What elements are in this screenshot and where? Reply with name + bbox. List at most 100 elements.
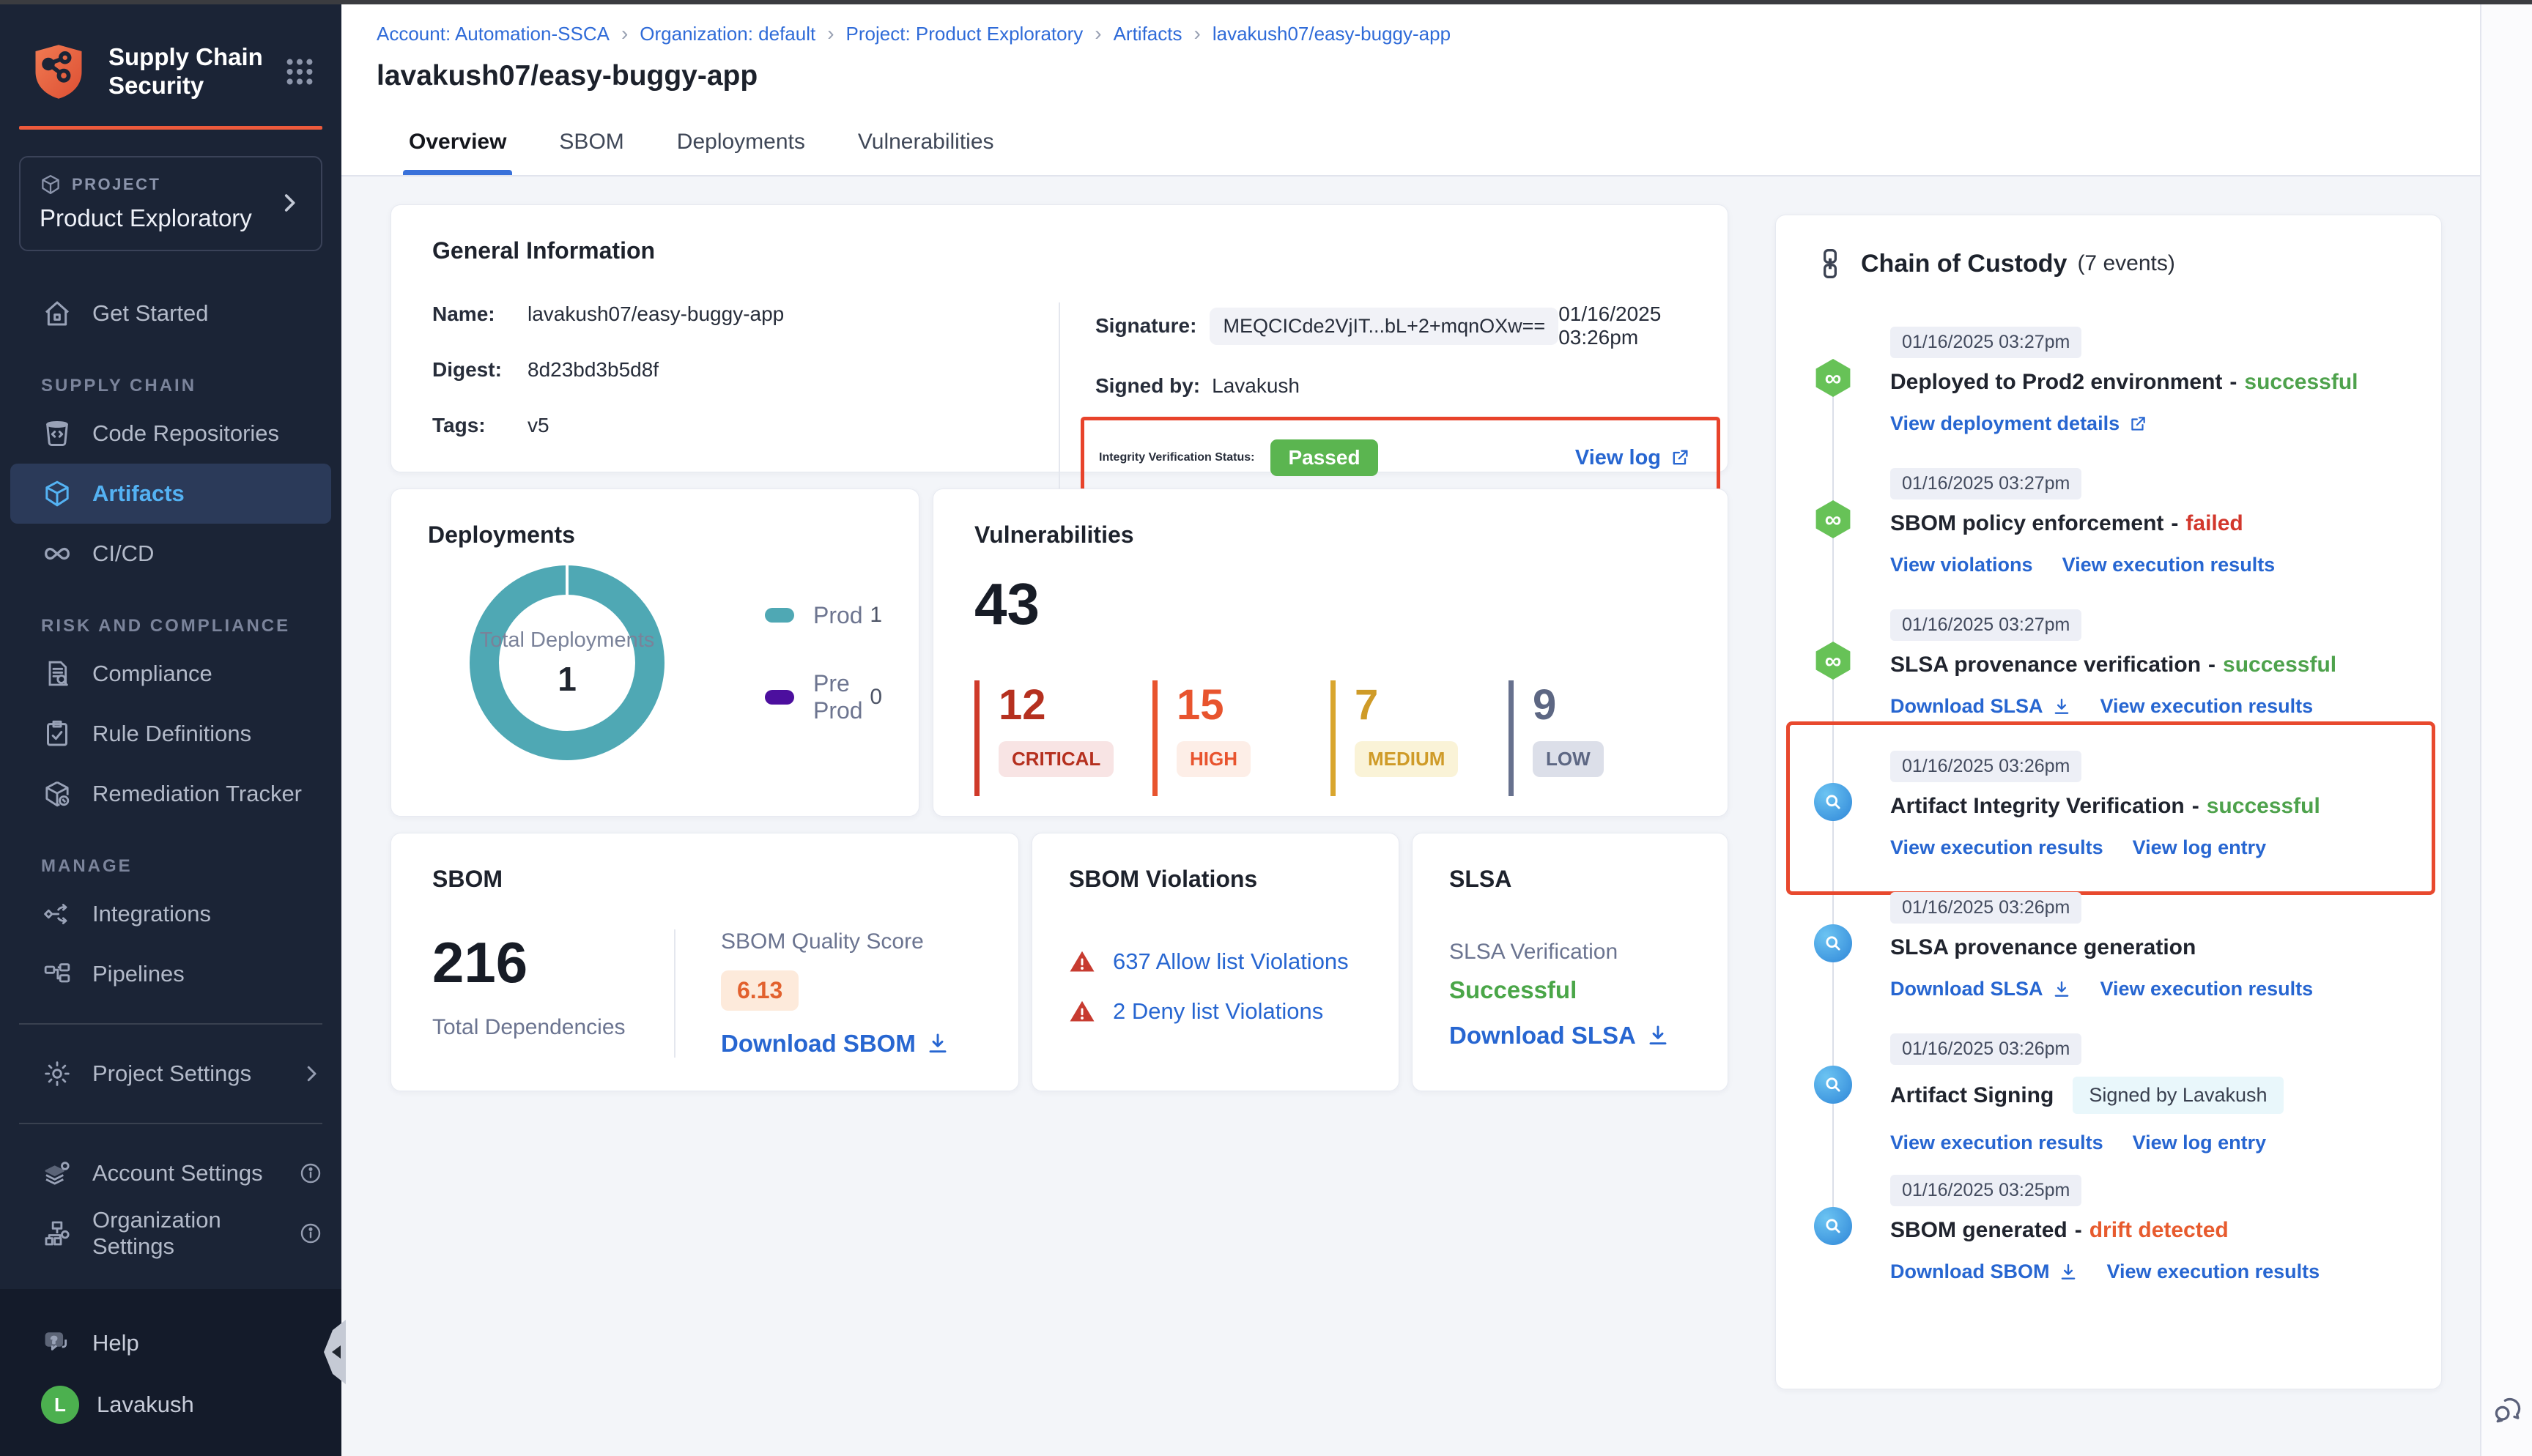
download-sbom-link[interactable]: Download SBOM	[1890, 1260, 2078, 1283]
prod-swatch	[765, 608, 794, 623]
digest-label: Digest:	[432, 358, 528, 382]
signature-date: 01/16/2025 03:26pm	[1558, 302, 1687, 349]
help-button[interactable]: ? Help	[0, 1314, 341, 1373]
view-execution-results-link[interactable]: View execution results	[1890, 1132, 2103, 1154]
sidebar-item-rule-definitions[interactable]: Rule Definitions	[0, 704, 341, 764]
tags-label: Tags:	[432, 414, 528, 437]
status-badge: Passed	[1270, 439, 1377, 476]
divider	[19, 1123, 322, 1124]
download-sbom-link[interactable]: Download SBOM	[721, 1030, 949, 1058]
sidebar-item-get-started[interactable]: Get Started	[0, 283, 341, 343]
document-search-icon	[41, 658, 73, 690]
sidebar-item-account-settings[interactable]: Account Settings	[0, 1143, 341, 1203]
breadcrumb: Account: Automation-SSCA › Organization:…	[377, 22, 2445, 45]
slsa-verification-label: SLSA Verification	[1449, 940, 1691, 965]
signed-by-value: Lavakush	[1212, 374, 1300, 398]
chain-icon	[1814, 248, 1846, 280]
signed-by-label: Signed by:	[1095, 374, 1200, 398]
info-icon[interactable]	[299, 1162, 322, 1185]
name-label: Name:	[432, 302, 528, 326]
coc-events-count: (7 events)	[2077, 251, 2174, 276]
signature-value: MEQCICde2VjIT...bL+2+mqnOXw==	[1210, 308, 1558, 345]
org-gear-icon	[41, 1217, 73, 1249]
layers-gear-icon	[41, 1157, 73, 1189]
app-grid-icon[interactable]	[283, 55, 316, 89]
card-title: General Information	[432, 237, 1687, 264]
event-timestamp: 01/16/2025 03:26pm	[1890, 892, 2081, 924]
download-icon	[2052, 980, 2071, 999]
download-slsa-link[interactable]: Download SLSA	[1890, 695, 2071, 718]
tab-vulnerabilities[interactable]: Vulnerabilities	[858, 108, 994, 175]
view-execution-results-link[interactable]: View execution results	[2100, 695, 2314, 718]
project-selector[interactable]: PROJECT Product Exploratory	[19, 156, 322, 251]
breadcrumb-artifacts[interactable]: Artifacts	[1114, 23, 1182, 45]
sidebar-item-project-settings[interactable]: Project Settings	[0, 1044, 341, 1104]
divider	[1059, 302, 1060, 509]
severity-high: 15 HIGH	[1152, 680, 1330, 796]
share-nodes-icon	[41, 898, 73, 930]
download-slsa-link[interactable]: Download SLSA	[1449, 1022, 1691, 1050]
event-timestamp: 01/16/2025 03:26pm	[1890, 751, 2081, 782]
legend-item-prod: Prod 1	[765, 602, 882, 629]
view-log-entry-link[interactable]: View log entry	[2133, 836, 2267, 859]
view-log-link[interactable]: View log	[1575, 446, 1690, 470]
topbar: Account: Automation-SSCA › Organization:…	[341, 4, 2480, 108]
sidebar-item-cicd[interactable]: CI/CD	[0, 524, 341, 584]
breadcrumb-organization[interactable]: Organization: default	[640, 23, 815, 45]
view-violations-link[interactable]: View violations	[1890, 554, 2033, 576]
svg-text:?: ?	[51, 1334, 57, 1345]
coc-event-slsa-generation: 01/16/2025 03:26pm SLSA provenance gener…	[1814, 892, 2403, 1033]
download-slsa-link[interactable]: Download SLSA	[1890, 978, 2071, 1000]
view-execution-results-link[interactable]: View execution results	[2100, 978, 2314, 1000]
tab-overview[interactable]: Overview	[409, 108, 506, 175]
allow-list-violations-link[interactable]: 637 Allow list Violations	[1069, 948, 1362, 975]
breadcrumb-account[interactable]: Account: Automation-SSCA	[377, 23, 610, 45]
coc-event-slsa-verification: ∞ 01/16/2025 03:27pm SLSA provenance ver…	[1814, 609, 2403, 751]
view-deployment-details-link[interactable]: View deployment details	[1890, 412, 2147, 435]
pipeline-hexagon-icon: ∞	[1814, 359, 1852, 397]
sidebar-item-remediation-tracker[interactable]: Remediation Tracker	[0, 764, 341, 824]
vulnerabilities-total: 43	[974, 571, 1687, 638]
tab-deployments[interactable]: Deployments	[677, 108, 805, 175]
sidebar-item-code-repositories[interactable]: Code Repositories	[0, 404, 341, 464]
coc-title: Chain of Custody	[1861, 250, 2067, 278]
coc-event-deployed: ∞ 01/16/2025 03:27pm Deployed to Prod2 e…	[1814, 327, 2403, 468]
signed-by-tag: Signed by Lavakush	[2073, 1077, 2283, 1114]
sidebar-item-artifacts[interactable]: Artifacts	[10, 464, 331, 524]
view-execution-results-link[interactable]: View execution results	[2107, 1260, 2320, 1283]
sidebar-item-pipelines[interactable]: Pipelines	[0, 944, 341, 1004]
collapse-arrow-icon	[332, 1345, 341, 1359]
info-icon[interactable]	[299, 1222, 322, 1245]
chat-bubbles-icon[interactable]	[2492, 1394, 2524, 1427]
breadcrumb-project[interactable]: Project: Product Exploratory	[846, 23, 1084, 45]
event-title: SLSA provenance generation	[1890, 935, 2196, 960]
chevron-separator-icon: ›	[1095, 22, 1101, 45]
home-icon	[41, 297, 73, 330]
sidebar-item-label: Get Started	[92, 300, 209, 327]
sidebar-item-organization-settings[interactable]: Organization Settings	[0, 1203, 341, 1263]
event-timestamp: 01/16/2025 03:27pm	[1890, 327, 2081, 358]
tab-sbom[interactable]: SBOM	[559, 108, 623, 175]
user-menu[interactable]: L Lavakush	[0, 1373, 341, 1437]
chevron-separator-icon: ›	[621, 22, 628, 45]
deny-list-violations-link[interactable]: 2 Deny list Violations	[1069, 998, 1362, 1025]
coc-event-sbom-policy: ∞ 01/16/2025 03:27pm SBOM policy enforce…	[1814, 468, 2403, 609]
event-status: drift detected	[2089, 1218, 2229, 1243]
view-execution-results-link[interactable]: View execution results	[1890, 836, 2103, 859]
breadcrumb-current[interactable]: lavakush07/easy-buggy-app	[1213, 23, 1451, 45]
sidebar-item-integrations[interactable]: Integrations	[0, 884, 341, 944]
magnifier-badge-icon	[1814, 783, 1852, 821]
app-title: Supply Chain Security	[108, 43, 277, 100]
event-timestamp: 01/16/2025 03:25pm	[1890, 1175, 2081, 1206]
pre-prod-swatch	[765, 690, 794, 705]
signature-label: Signature:	[1095, 314, 1196, 338]
magnifier-badge-icon	[1814, 924, 1852, 962]
sidebar-item-compliance[interactable]: Compliance	[0, 644, 341, 704]
card-title: SBOM Violations	[1069, 866, 1362, 893]
view-log-entry-link[interactable]: View log entry	[2133, 1132, 2267, 1154]
chevron-right-icon	[277, 190, 302, 215]
view-execution-results-link[interactable]: View execution results	[2062, 554, 2276, 576]
event-title: Artifact Integrity Verification	[1890, 794, 2185, 819]
event-status: successful	[2223, 653, 2336, 677]
sidebar-item-label: Compliance	[92, 661, 212, 687]
